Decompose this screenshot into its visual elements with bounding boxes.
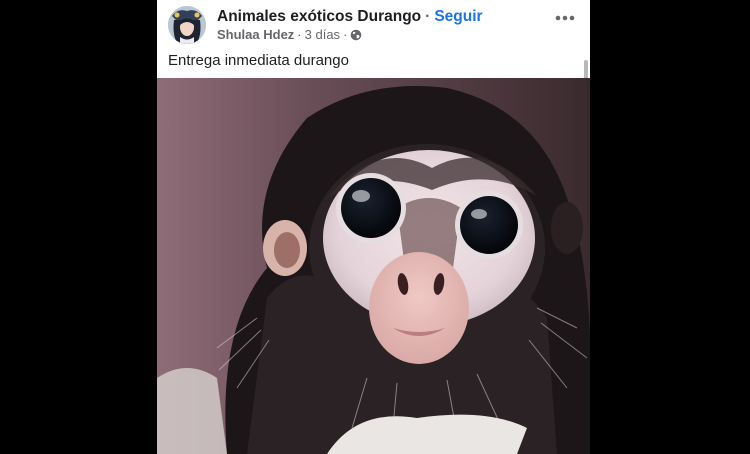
- globe-icon: [350, 29, 362, 41]
- more-options-icon[interactable]: [552, 9, 578, 27]
- follow-button[interactable]: Seguir: [434, 8, 482, 25]
- avatar[interactable]: [168, 6, 206, 44]
- screenshot-backdrop: Animales exóticos Durango · Seguir Shulaa …: [0, 0, 750, 454]
- post-timestamp[interactable]: 3 días: [305, 27, 340, 42]
- meta-separator-2: ·: [343, 27, 348, 42]
- spider-monkey-photo: [157, 78, 590, 454]
- post-photo[interactable]: [157, 78, 590, 454]
- title-separator: ·: [425, 8, 431, 25]
- meta-separator-1: ·: [297, 27, 302, 42]
- author-link[interactable]: Shulaa Hdez: [217, 27, 294, 42]
- post-title-line: Animales exóticos Durango · Seguir: [217, 7, 483, 27]
- post-caption: Entrega inmediata durango: [168, 52, 349, 69]
- post-header: Animales exóticos Durango · Seguir Shulaa …: [157, 0, 590, 50]
- facebook-post: Animales exóticos Durango · Seguir Shulaa …: [157, 0, 590, 454]
- avatar-image: [168, 6, 206, 44]
- group-name-link[interactable]: Animales exóticos Durango: [217, 8, 421, 25]
- post-meta-line: Shulaa Hdez · 3 días ·: [217, 27, 362, 43]
